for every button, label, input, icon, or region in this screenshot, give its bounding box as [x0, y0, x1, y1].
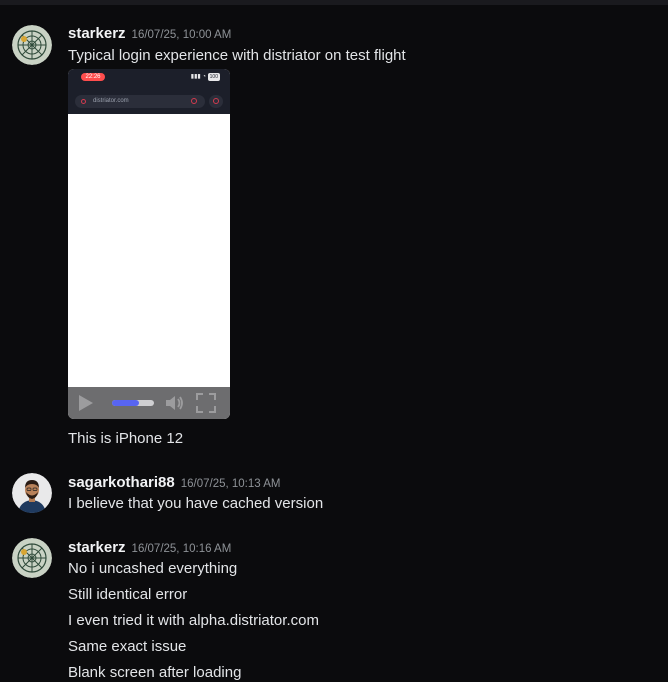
signal-icon: ▮▮▮	[190, 74, 201, 80]
status-time: 22:26	[81, 73, 105, 81]
starkerz-avatar[interactable]	[12, 25, 52, 65]
status-icons: ▮▮▮ ◔ 100	[191, 73, 220, 81]
message-text: Still identical error	[68, 586, 188, 603]
video-progress-fill	[112, 400, 140, 406]
message-text: I even tried it with alpha.distriator.co…	[68, 612, 319, 629]
video-embed[interactable]: 22:26 ▮▮▮ ◔ 100 distriator.com	[68, 69, 230, 419]
wifi-icon: ◔	[202, 74, 206, 80]
sagarkothari88-avatar[interactable]	[12, 473, 52, 513]
url-bar: distriator.com	[75, 95, 205, 108]
message-text: Typical login experience with distriator…	[68, 47, 406, 64]
message-header: starkerz 16/07/25, 10:16 AM	[68, 539, 231, 557]
timestamp: 16/07/25, 10:00 AM	[131, 29, 232, 41]
fullscreen-icon[interactable]	[195, 392, 217, 414]
message-text: I believe that you have cached version	[68, 495, 324, 512]
timestamp: 16/07/25, 10:13 AM	[180, 478, 281, 490]
url-text: distriator.com	[93, 98, 129, 104]
message-text: Same exact issue	[68, 638, 187, 655]
username[interactable]: starkerz	[68, 25, 126, 42]
battery-icon: 100	[207, 73, 220, 81]
search-icon	[191, 98, 197, 104]
video-progress-bar[interactable]	[112, 400, 154, 406]
message-text: Blank screen after loading	[68, 664, 242, 681]
top-bar	[0, 0, 668, 5]
starkerz-avatar[interactable]	[12, 538, 52, 578]
menu-icon	[209, 95, 223, 108]
video-phone-header: 22:26 ▮▮▮ ◔ 100 distriator.com	[68, 69, 230, 114]
site-icon	[81, 99, 86, 104]
play-icon[interactable]	[79, 395, 93, 411]
username[interactable]: starkerz	[68, 539, 126, 556]
message-text: No i uncashed everything	[68, 560, 238, 577]
volume-icon[interactable]	[163, 392, 185, 414]
message-text: This is iPhone 12	[68, 430, 184, 447]
username[interactable]: sagarkothari88	[68, 474, 175, 491]
message-header: sagarkothari88 16/07/25, 10:13 AM	[68, 474, 280, 492]
timestamp: 16/07/25, 10:16 AM	[131, 543, 232, 555]
video-controls	[68, 387, 230, 419]
message-header: starkerz 16/07/25, 10:00 AM	[68, 25, 231, 43]
